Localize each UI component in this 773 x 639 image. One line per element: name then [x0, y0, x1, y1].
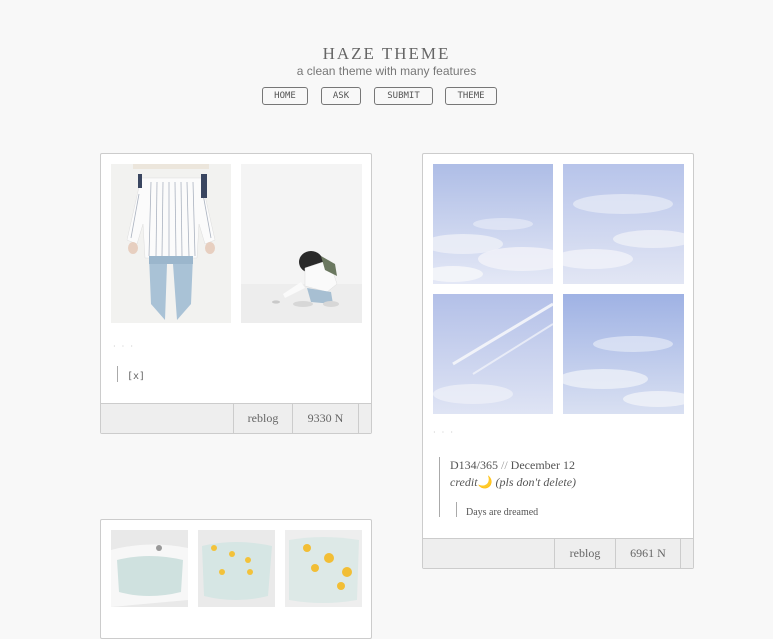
sky-image — [563, 164, 684, 284]
nested-quote: Days are dreamed — [456, 502, 539, 518]
credit-link[interactable]: credit — [450, 475, 478, 489]
blog-title[interactable]: HAZE THEME — [0, 44, 773, 64]
post-footer: reblog 9330 N — [101, 403, 371, 433]
photo-sky-1[interactable] — [433, 164, 553, 284]
post-date: December 12 — [510, 458, 575, 472]
nested-quote-text: Days are dreamed — [466, 507, 539, 518]
bathtub-lemons-image — [198, 530, 275, 607]
day-count: D134/365 — [450, 458, 498, 472]
photo-standing-person[interactable] — [111, 164, 231, 323]
nav-submit-button[interactable]: SUBMIT — [374, 87, 433, 105]
post-footer: reblog 6961 N — [423, 538, 693, 568]
post-date-line: D134/365 // December 12 — [450, 457, 680, 474]
post-quote: [x] — [117, 366, 145, 382]
source-link[interactable]: [x] — [127, 371, 145, 382]
sky-image — [433, 164, 553, 284]
sky-contrail-image — [433, 294, 553, 414]
sky-image — [563, 294, 684, 414]
bathtub-lemons-image — [285, 530, 362, 607]
photo-sky-2[interactable] — [563, 164, 684, 284]
footer-extra-cell — [358, 404, 372, 433]
photo-crouching-person[interactable] — [241, 164, 362, 323]
photo-sky-4[interactable] — [563, 294, 684, 414]
credit-line: credit🌙 (pls don't delete) — [450, 474, 680, 491]
photo-bathtub-1[interactable] — [111, 530, 188, 607]
notes-count[interactable]: 6961 N — [615, 539, 680, 568]
blog-header: HAZE THEME a clean theme with many featu… — [0, 44, 773, 78]
photo-bathtub-2[interactable] — [198, 530, 275, 607]
nav-home-button[interactable]: HOME — [262, 87, 308, 105]
date-separator: // — [498, 458, 511, 472]
notes-count[interactable]: 9330 N — [292, 404, 358, 433]
nav-theme-button[interactable]: THEME — [445, 87, 497, 105]
post-caption-mark: · · · — [433, 428, 455, 437]
bathtub-image — [111, 530, 188, 607]
credit-note: (pls don't delete) — [495, 475, 577, 489]
nav-bar: HOME ASK SUBMIT THEME — [0, 87, 773, 105]
post-photoset-2: · · · D134/365 // December 12 credit🌙 (p… — [422, 153, 694, 569]
blog-subtitle: a clean theme with many features — [296, 64, 477, 78]
crouching-person-image — [241, 164, 362, 323]
post-photoset-3 — [100, 519, 372, 639]
reblog-button[interactable]: reblog — [233, 404, 292, 433]
photo-sky-3[interactable] — [433, 294, 553, 414]
post-caption-mark: · · · — [113, 342, 135, 351]
post-quote: D134/365 // December 12 credit🌙 (pls don… — [439, 457, 680, 518]
reblog-button[interactable]: reblog — [554, 539, 615, 568]
photo-bathtub-3[interactable] — [285, 530, 362, 607]
standing-person-image — [111, 164, 231, 323]
moon-icon: 🌙 — [477, 475, 493, 489]
nav-ask-button[interactable]: ASK — [321, 87, 361, 105]
post-photoset-1: · · · [x] reblog 9330 N — [100, 153, 372, 434]
footer-extra-cell — [680, 539, 694, 568]
